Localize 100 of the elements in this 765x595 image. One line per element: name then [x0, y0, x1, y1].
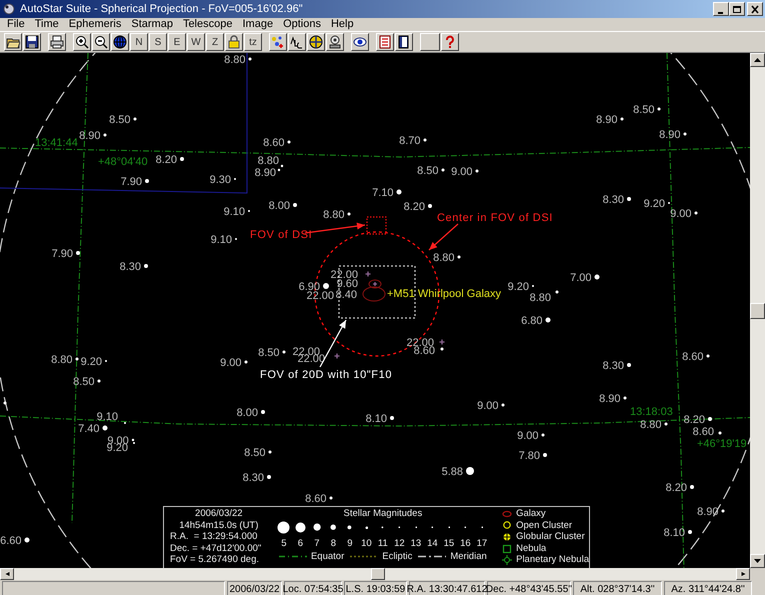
star-dot	[396, 190, 402, 194]
star-dot	[261, 410, 265, 414]
circle-icon	[502, 520, 512, 530]
magnitude-label: 8.70	[399, 135, 420, 147]
scroll-right-button[interactable]	[736, 568, 750, 580]
up-arrow-icon	[754, 58, 761, 62]
magnitude-label: 9.20	[508, 281, 529, 293]
magnitude-label: 9.10	[96, 411, 118, 423]
magnitude-number: 6	[296, 537, 304, 550]
legend-label: Galaxy	[516, 508, 546, 520]
grid-globe-icon[interactable]	[309, 35, 323, 49]
magnitude-label: 8.80	[530, 292, 551, 304]
status-field: Loc. 07:54:35	[284, 581, 342, 595]
magnitude-label: 8.60	[692, 426, 714, 438]
scroll-thumb[interactable]	[371, 568, 385, 580]
star-dot	[442, 168, 444, 172]
magnitude-label: 8.50	[258, 347, 280, 359]
menu-item[interactable]: Telescope	[178, 18, 238, 31]
star-dot	[542, 434, 544, 436]
magnitude-label: 9.00	[670, 208, 692, 220]
faint-object-icon	[365, 271, 371, 277]
toolbar-button[interactable]: tz	[244, 33, 262, 51]
magnitude-label: 6.90	[298, 281, 320, 293]
star-dot	[708, 417, 712, 421]
annotation-label: FOV of 20D with 10"F10	[260, 369, 392, 381]
menu-item[interactable]: Image	[237, 18, 278, 31]
magnitude-label: 8.60	[414, 345, 435, 357]
scroll-thumb[interactable]	[750, 303, 765, 319]
close-icon[interactable]	[750, 4, 760, 14]
blank-button[interactable]	[420, 33, 440, 51]
faint-object-icon	[372, 282, 378, 286]
door-icon[interactable]	[397, 35, 411, 49]
legend-title: Stellar Magnitudes	[344, 508, 422, 520]
eye-icon[interactable]	[353, 35, 367, 49]
cross-circle-icon	[502, 532, 512, 542]
magnitude-label: 9.20	[80, 356, 102, 368]
magnitude-number: 7	[313, 537, 320, 550]
help-icon[interactable]	[443, 35, 457, 49]
toolbar-button[interactable]: Z	[206, 33, 224, 51]
magnitude-label: 8.00	[236, 407, 258, 419]
globe-icon[interactable]	[113, 35, 127, 49]
star-dot	[688, 530, 692, 534]
square-icon	[502, 544, 512, 554]
magnitude-label: 8.50	[633, 104, 654, 116]
magnitude-number: 10	[360, 537, 373, 550]
magnitude-label: 8.50	[244, 447, 266, 459]
star-dot	[330, 524, 337, 531]
legend-label: Nebula	[516, 542, 546, 554]
line-style-icon	[350, 554, 378, 558]
magnitude-label: 9.10	[210, 234, 232, 246]
zoom-out-icon[interactable]	[94, 35, 108, 49]
lock-icon[interactable]	[227, 35, 241, 49]
magnitude-label: 8.50	[109, 114, 130, 126]
menu-item[interactable]: Ephemeris	[64, 18, 126, 31]
webcam-icon[interactable]	[328, 35, 342, 49]
menu-item[interactable]: Time	[30, 18, 64, 31]
star-dot	[594, 274, 600, 280]
star-dot	[476, 170, 478, 172]
info-line: 14h54m15.0s (UT)	[178, 520, 260, 531]
annotation-label: Center in FOV of DSI	[437, 212, 553, 224]
magnitude-label: 8.30	[602, 194, 624, 206]
maximize-button[interactable]	[729, 2, 745, 16]
scroll-up-button[interactable]	[750, 53, 765, 67]
magnitude-label: 8.90	[659, 129, 680, 141]
toolbar-button[interactable]: W	[187, 33, 205, 51]
menu-item[interactable]: File	[2, 18, 30, 31]
magnitude-label: 8.80	[323, 209, 344, 221]
magnitude-label: 7.40	[78, 423, 100, 435]
coordinate-label: +48°04'40	[98, 156, 148, 168]
stars-icon[interactable]	[271, 35, 285, 49]
minimize-button[interactable]	[713, 2, 729, 16]
star-dot	[627, 363, 631, 367]
zoom-in-icon[interactable]	[75, 35, 89, 49]
star-dot	[98, 380, 100, 382]
toolbar-button[interactable]: S	[149, 33, 167, 51]
toolbar-button[interactable]: N	[130, 33, 148, 51]
menu-item[interactable]: Help	[326, 18, 359, 31]
menu-item[interactable]: Starmap	[126, 18, 178, 31]
legend-label: Equator	[310, 550, 344, 562]
star-dot	[288, 140, 290, 144]
magnitude-label: 8.90	[79, 130, 100, 142]
magnitude-label: 9.00	[451, 166, 472, 178]
magnitude-label: 8.30	[120, 261, 141, 273]
printer-icon[interactable]	[50, 35, 64, 49]
magnitude-label: 8.80	[433, 252, 454, 264]
left-arrow-icon	[4, 572, 10, 576]
save-icon[interactable]	[25, 35, 39, 49]
status-field: Alt. 028°37'14.3''	[573, 581, 662, 595]
info-line: R.A. = 13:29:54.000	[170, 531, 258, 542]
scroll-left-button[interactable]	[0, 568, 14, 580]
close-button[interactable]	[747, 2, 763, 16]
toolbar-button[interactable]: E	[168, 33, 186, 51]
magnitude-label: 8.80	[258, 155, 279, 167]
menu-item[interactable]: Options	[278, 18, 326, 31]
star-dot	[268, 450, 272, 454]
scroll-down-button[interactable]	[750, 554, 765, 568]
magnitude-label: 9.20	[106, 442, 128, 454]
list-icon[interactable]	[378, 35, 392, 49]
star-dot	[267, 475, 271, 479]
maximize-icon[interactable]	[732, 4, 742, 14]
